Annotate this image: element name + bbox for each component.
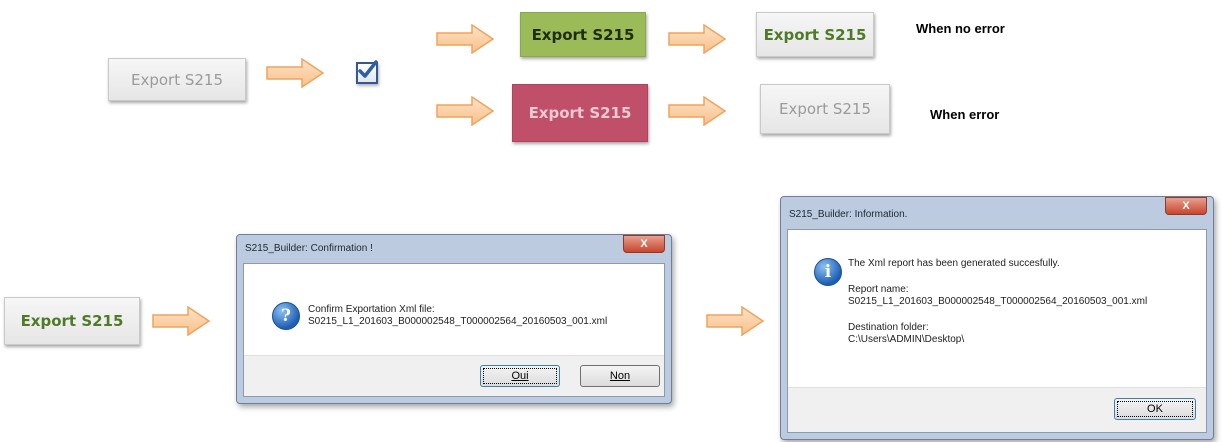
arrow-icon: [436, 96, 494, 126]
checkbox-checked[interactable]: [356, 60, 378, 84]
dialog-body: ? Confirm Exportation Xml file: S0215_L1…: [243, 263, 665, 397]
arrow-icon: [668, 24, 726, 54]
info-icon: i: [814, 258, 842, 286]
dialog-footer: Oui Non: [244, 355, 664, 396]
question-icon: ?: [272, 302, 300, 330]
checkmark-icon: [358, 60, 378, 78]
arrow-icon: [266, 58, 324, 88]
close-button[interactable]: X: [623, 235, 665, 253]
dialog-title: S215_Builder: Information.: [789, 209, 908, 220]
dialog-title: S215_Builder: Confirmation !: [245, 243, 373, 254]
arrow-icon: [436, 24, 494, 54]
dialog-footer: OK: [788, 387, 1206, 432]
arrow-icon: [706, 306, 764, 336]
export-button-result-error[interactable]: Export S215: [760, 84, 890, 134]
report-name-value: S0215_L1_201603_B000002548_T000002564_20…: [848, 296, 1148, 307]
export-button-start[interactable]: Export S215: [4, 297, 140, 345]
oui-button[interactable]: Oui: [480, 365, 560, 387]
note-when-error: When error: [930, 107, 1000, 122]
oui-label: Oui: [511, 370, 529, 382]
destination-folder-value: C:\Users\ADMIN\Desktop\: [848, 334, 965, 345]
information-dialog: S215_Builder: Information. X i The Xml r…: [780, 196, 1214, 440]
arrow-icon: [152, 306, 210, 336]
close-button[interactable]: X: [1165, 197, 1207, 215]
confirm-filename: S0215_L1_201603_B000002548_T000002564_20…: [308, 316, 608, 327]
non-button[interactable]: Non: [580, 365, 660, 387]
export-button-result-success[interactable]: Export S215: [756, 12, 874, 57]
arrow-icon: [668, 96, 726, 126]
confirm-message: Confirm Exportation Xml file:: [308, 304, 435, 315]
confirmation-dialog: S215_Builder: Confirmation ! X ? Confirm…: [236, 234, 672, 404]
report-name-label: Report name:: [848, 284, 909, 295]
ok-button[interactable]: OK: [1114, 398, 1196, 420]
export-button-initial[interactable]: Export S215: [108, 58, 246, 101]
export-button-processing-error[interactable]: Export S215: [512, 84, 648, 142]
info-message: The Xml report has been generated succes…: [848, 258, 1060, 269]
non-label: Non: [609, 370, 631, 382]
note-when-no-error: When no error: [916, 21, 1005, 36]
destination-folder-label: Destination folder:: [848, 322, 929, 333]
export-button-processing-success[interactable]: Export S215: [520, 12, 646, 57]
dialog-body: i The Xml report has been generated succ…: [787, 229, 1207, 433]
